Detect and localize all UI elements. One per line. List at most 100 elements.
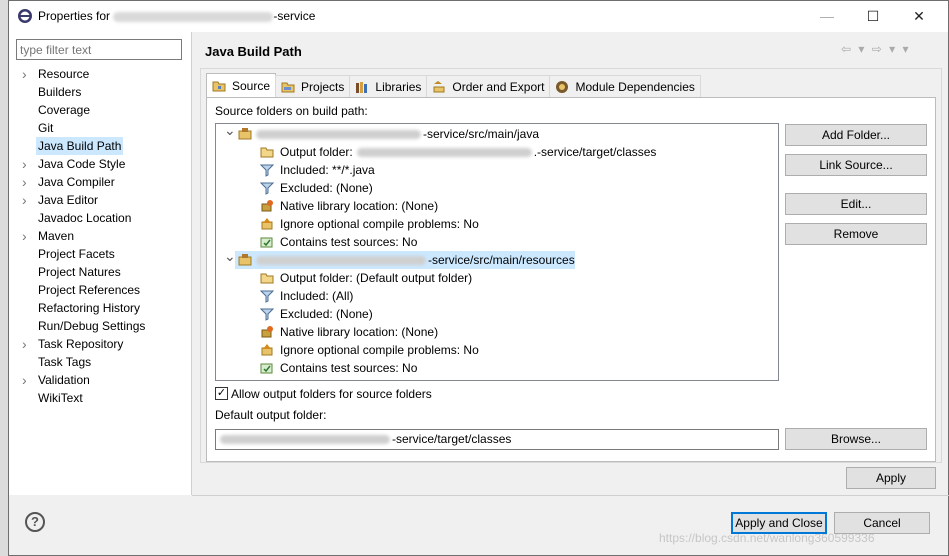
source-attribute-row[interactable]: Output folder: .-service/target/classes [216, 143, 778, 161]
package-folder-icon [238, 253, 252, 267]
source-folder-path: -service/src/main/resources [256, 251, 575, 269]
chevron-down-icon[interactable]: ⌄ [224, 247, 236, 265]
source-attribute-row[interactable]: Contains test sources: No [216, 359, 778, 377]
source-folder-row[interactable]: ⌄ -service/src/main/java [216, 122, 778, 143]
test-source-icon [260, 361, 274, 375]
default-output-folder-label: Default output folder: [215, 408, 327, 422]
background-window-edge [0, 0, 8, 556]
source-attribute-text: Included: **/*.java [280, 163, 375, 177]
filter-icon [259, 307, 275, 321]
native-library-icon [260, 325, 274, 339]
source-folders-tree[interactable]: ⌄ -service/src/main/java Output folder: .-s… [215, 122, 779, 381]
source-attribute-text: Native library location: (None) [280, 325, 439, 339]
chevron-right-icon[interactable]: › [22, 227, 27, 245]
maximize-button[interactable]: ☐ [850, 1, 896, 32]
tree-item[interactable]: Coverage [9, 101, 192, 119]
tree-item[interactable]: › Java Compiler [9, 173, 192, 191]
tree-item-label: Task Tags [38, 355, 92, 369]
link-source-button[interactable]: Link Source... [785, 154, 927, 176]
chevron-down-icon[interactable]: ⌄ [224, 121, 236, 139]
tree-item[interactable]: Project References [9, 281, 192, 299]
tree-item-label: Builders [38, 85, 82, 99]
chevron-right-icon[interactable]: › [22, 191, 27, 209]
tab-order-and-export[interactable]: Order and Export [426, 75, 551, 97]
add-folder-button[interactable]: Add Folder... [785, 124, 927, 146]
tree-item[interactable]: › Java Code Style [9, 155, 192, 173]
minimize-button[interactable]: — [804, 1, 850, 32]
order-export-icon [433, 80, 445, 92]
tree-item[interactable]: Task Tags [9, 353, 192, 371]
tab-source[interactable]: Source [206, 73, 277, 97]
tree-item[interactable]: Builders [9, 83, 192, 101]
tree-item-label: Java Build Path [36, 137, 124, 155]
source-attribute-text: Output folder: (Default output folder) [280, 271, 473, 285]
source-attribute-row[interactable]: Included: (All) [216, 287, 778, 305]
tree-item[interactable]: Run/Debug Settings [9, 317, 192, 335]
source-attribute-row[interactable]: Output folder: (Default output folder) [216, 269, 778, 287]
source-attribute-row[interactable]: Ignore optional compile problems: No [216, 215, 778, 233]
tree-item[interactable]: › Resource [9, 65, 192, 83]
page-navigation-arrows[interactable]: ⇦ ▾ ⇨ ▾ ▾ [841, 42, 911, 56]
source-attribute-row[interactable]: Ignore optional compile problems: No [216, 341, 778, 359]
allow-output-folders-checkbox[interactable]: ✓ [215, 387, 228, 400]
module-dependencies-icon [556, 80, 569, 93]
tree-item[interactable]: Refactoring History [9, 299, 192, 317]
source-attribute-text: Contains test sources: No [280, 235, 418, 249]
title-bar: Properties for -service — ☐ ✕ [9, 1, 948, 32]
tree-item-label: Task Repository [38, 337, 124, 351]
tree-item-label: Run/Debug Settings [38, 319, 146, 333]
edit-button[interactable]: Edit... [785, 193, 927, 215]
source-attribute-row[interactable]: Excluded: (None) [216, 179, 778, 197]
chevron-right-icon[interactable]: › [22, 371, 27, 389]
source-attribute-text: Contains test sources: No [280, 361, 418, 375]
chevron-right-icon[interactable]: › [22, 173, 27, 191]
close-button[interactable]: ✕ [896, 1, 942, 32]
tree-item[interactable]: › Task Repository [9, 335, 192, 353]
footer-separator [192, 495, 949, 496]
chevron-right-icon[interactable]: › [22, 335, 27, 353]
chevron-right-icon[interactable]: › [22, 65, 27, 83]
eclipse-app-icon [18, 9, 32, 23]
tree-item[interactable]: › Maven [9, 227, 192, 245]
filter-input[interactable] [16, 39, 182, 60]
cancel-button[interactable]: Cancel [834, 512, 930, 534]
test-source-icon [260, 235, 274, 249]
tree-item[interactable]: Java Build Path [9, 137, 192, 155]
warning-icon [260, 343, 274, 357]
tab-module-dependencies[interactable]: Module Dependencies [549, 75, 701, 97]
tree-item[interactable]: WikiText [9, 389, 192, 407]
tree-item[interactable]: › Java Editor [9, 191, 192, 209]
remove-button[interactable]: Remove [785, 223, 927, 245]
source-attribute-row[interactable]: Contains test sources: No [216, 233, 778, 251]
default-output-folder-field[interactable]: -service/target/classes [215, 429, 779, 450]
tree-item[interactable]: Git [9, 119, 192, 137]
tree-item-label: Java Editor [38, 193, 99, 207]
source-attribute-text: Excluded: (None) [280, 307, 373, 321]
browse-button[interactable]: Browse... [785, 428, 927, 450]
chevron-right-icon[interactable]: › [22, 155, 27, 173]
source-attribute-row[interactable]: Native library location: (None) [216, 323, 778, 341]
source-attribute-text: Output folder: .-service/target/classes [280, 145, 657, 159]
window-title: Properties for -service [38, 9, 316, 23]
tab-projects[interactable]: Projects [275, 75, 351, 97]
help-icon[interactable]: ? [25, 512, 45, 532]
properties-dialog: Properties for -service — ☐ ✕ › Resource B… [8, 0, 949, 556]
tree-item[interactable]: Project Natures [9, 263, 192, 281]
tree-item-label: Javadoc Location [38, 211, 132, 225]
tree-item-label: Coverage [38, 103, 91, 117]
source-attribute-row[interactable]: Native library location: (None) [216, 197, 778, 215]
source-attribute-text: Excluded: (None) [280, 181, 373, 195]
tree-item[interactable]: Project Facets [9, 245, 192, 263]
output-folder-icon [260, 145, 274, 159]
apply-button[interactable]: Apply [846, 467, 936, 489]
source-attribute-row[interactable]: Excluded: (None) [216, 305, 778, 323]
tab-libraries[interactable]: Libraries [349, 75, 428, 97]
source-folder-row[interactable]: ⌄ -service/src/main/resources [216, 248, 778, 269]
apply-and-close-button[interactable]: Apply and Close [731, 512, 827, 534]
source-attribute-row[interactable]: Included: **/*.java [216, 161, 778, 179]
tree-item-label: Maven [38, 229, 75, 243]
tree-item[interactable]: Javadoc Location [9, 209, 192, 227]
native-library-icon [260, 199, 274, 213]
tree-item[interactable]: › Validation [9, 371, 192, 389]
tree-item-label: Project Facets [38, 247, 115, 261]
